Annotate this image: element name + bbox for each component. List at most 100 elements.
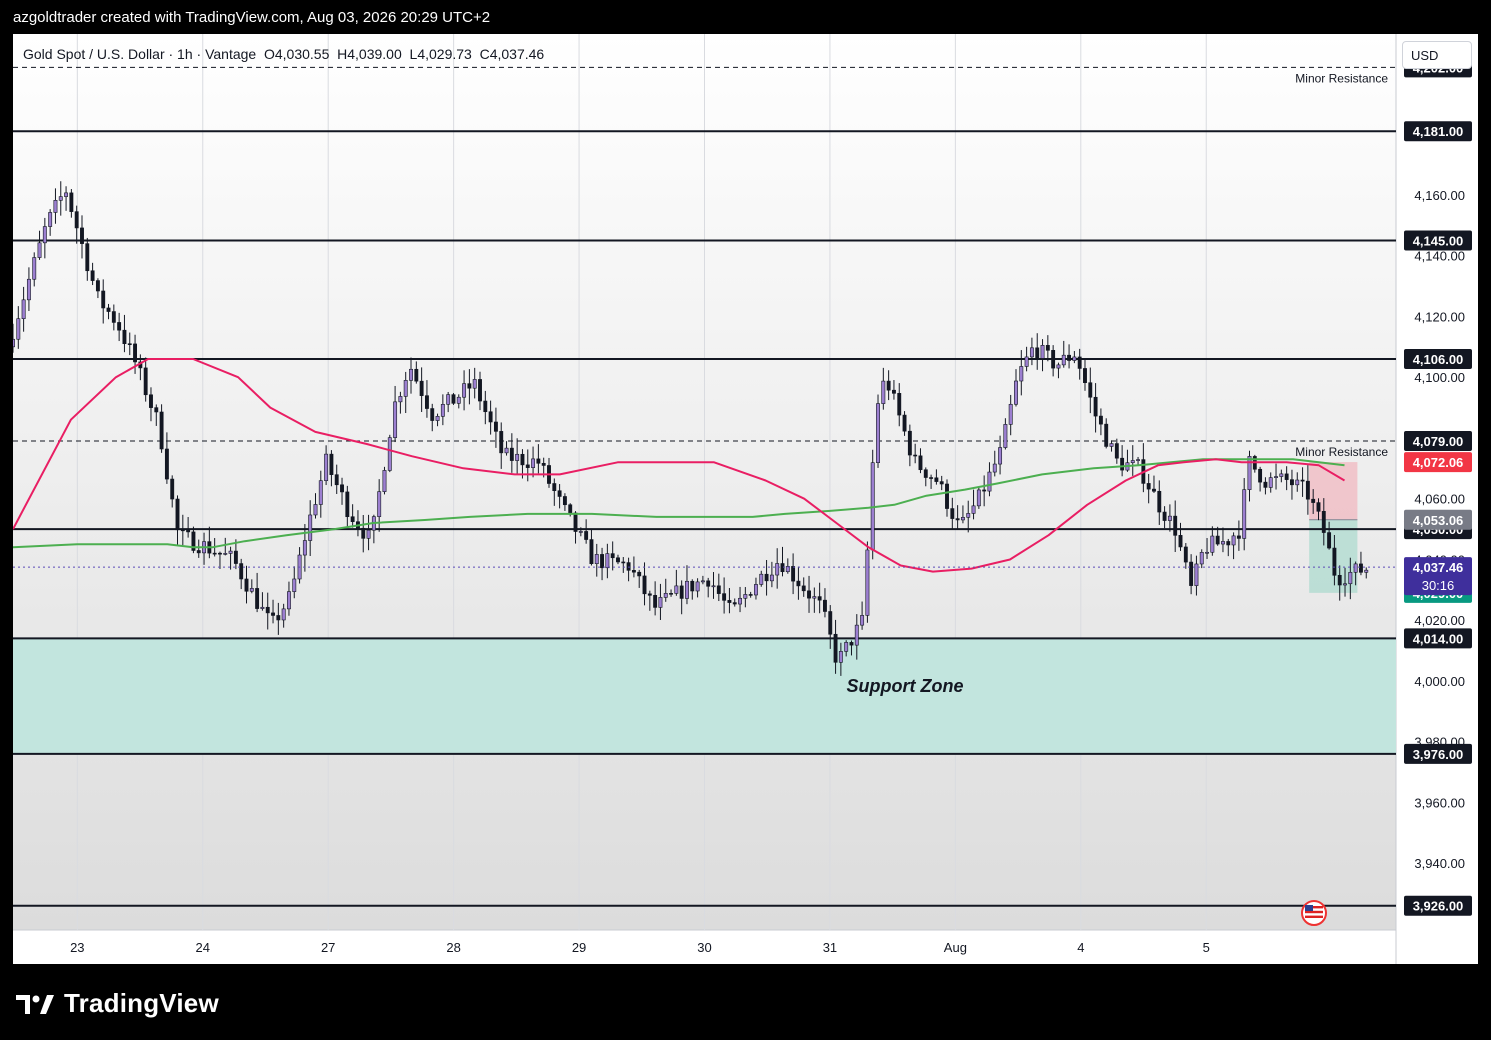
bearish-candle[interactable] [69,192,74,212]
bullish-candle[interactable] [281,608,286,621]
bullish-candle[interactable] [308,514,313,541]
bullish-candle[interactable] [504,447,509,454]
bullish-candle[interactable] [1130,460,1135,464]
bearish-candle[interactable] [483,400,488,413]
bearish-candle[interactable] [1305,480,1310,500]
bullish-candle[interactable] [865,549,870,616]
bullish-candle[interactable] [1019,366,1024,382]
bullish-candle[interactable] [409,368,413,381]
bearish-candle[interactable] [631,570,636,573]
bearish-candle[interactable] [1098,415,1103,425]
bullish-candle[interactable] [260,606,265,609]
bearish-candle[interactable] [552,483,557,492]
bullish-candle[interactable] [53,200,58,213]
bearish-candle[interactable] [80,227,84,244]
bearish-candle[interactable] [95,280,100,292]
bullish-candle[interactable] [743,594,748,599]
bearish-candle[interactable] [111,311,116,323]
bearish-candle[interactable] [1300,479,1305,482]
bearish-candle[interactable] [1120,457,1125,471]
bearish-candle[interactable] [244,578,249,592]
bearish-candle[interactable] [1146,483,1151,490]
bullish-candle[interactable] [992,463,997,473]
bearish-candle[interactable] [886,380,891,391]
bearish-candle[interactable] [1189,561,1194,586]
bearish-candle[interactable] [934,477,939,482]
bullish-candle[interactable] [1061,354,1066,366]
bearish-candle[interactable] [1284,473,1289,480]
bearish-candle[interactable] [133,343,138,363]
bearish-candle[interactable] [122,329,127,345]
bullish-candle[interactable] [403,380,408,397]
bearish-candle[interactable] [1358,563,1363,573]
bearish-candle[interactable] [1316,502,1321,512]
bearish-candle[interactable] [239,563,244,580]
bullish-candle[interactable] [223,553,228,555]
bearish-candle[interactable] [196,550,201,554]
bearish-candle[interactable] [1077,356,1082,369]
bullish-candle[interactable] [58,196,63,201]
bearish-candle[interactable] [732,602,737,605]
bearish-candle[interactable] [212,552,217,555]
bullish-candle[interactable] [1364,569,1369,573]
bullish-candle[interactable] [292,578,297,592]
bearish-candle[interactable] [801,585,806,592]
bearish-candle[interactable] [1327,532,1332,549]
bullish-candle[interactable] [1056,364,1061,369]
bearish-candle[interactable] [499,431,504,454]
bullish-candle[interactable] [318,480,323,505]
bullish-candle[interactable] [1029,347,1034,358]
bullish-candle[interactable] [1274,476,1278,478]
bullish-candle[interactable] [377,491,382,517]
bearish-candle[interactable] [891,389,896,394]
bearish-candle[interactable] [1236,535,1241,539]
bullish-candle[interactable] [440,404,445,417]
bearish-candle[interactable] [1321,511,1326,533]
bearish-candle[interactable] [1178,535,1183,548]
bullish-candle[interactable] [462,383,467,398]
bullish-candle[interactable] [21,299,26,320]
bearish-candle[interactable] [1114,443,1119,459]
bearish-candle[interactable] [143,367,148,396]
bearish-candle[interactable] [170,478,175,500]
bearish-candle[interactable] [467,383,472,389]
bearish-candle[interactable] [350,516,355,522]
bearish-candle[interactable] [345,491,350,518]
bearish-candle[interactable] [748,594,753,596]
bullish-candle[interactable] [960,517,965,521]
bullish-candle[interactable] [1024,356,1029,367]
bearish-candle[interactable] [764,573,769,582]
bearish-candle[interactable] [642,575,647,595]
bullish-candle[interactable] [998,447,1003,465]
bearish-candle[interactable] [637,571,642,577]
bullish-candle[interactable] [435,416,440,421]
bearish-candle[interactable] [361,527,366,539]
bullish-candle[interactable] [1014,380,1018,405]
bearish-candle[interactable] [1263,481,1268,488]
bearish-candle[interactable] [1337,575,1342,586]
bearish-candle[interactable] [329,453,334,475]
bearish-candle[interactable] [186,529,191,533]
bearish-candle[interactable] [817,596,822,601]
bullish-candle[interactable] [838,651,843,663]
bullish-candle[interactable] [1348,571,1353,585]
bullish-candle[interactable] [456,396,461,404]
bullish-candle[interactable] [1008,403,1013,425]
bearish-candle[interactable] [74,211,79,229]
bullish-candle[interactable] [324,453,329,481]
bearish-candle[interactable] [271,612,275,616]
bearish-candle[interactable] [716,585,721,594]
bearish-candle[interactable] [902,414,907,432]
bullish-candle[interactable] [1205,551,1209,554]
bullish-candle[interactable] [754,584,758,596]
bearish-candle[interactable] [796,580,801,587]
bullish-candle[interactable] [1167,515,1172,521]
bearish-candle[interactable] [849,642,854,646]
bearish-candle[interactable] [1215,535,1220,545]
bearish-candle[interactable] [127,343,132,346]
bearish-candle[interactable] [573,512,578,532]
bearish-candle[interactable] [690,580,695,592]
bullish-candle[interactable] [446,394,451,405]
bearish-candle[interactable] [218,552,222,555]
bearish-candle[interactable] [897,393,902,416]
